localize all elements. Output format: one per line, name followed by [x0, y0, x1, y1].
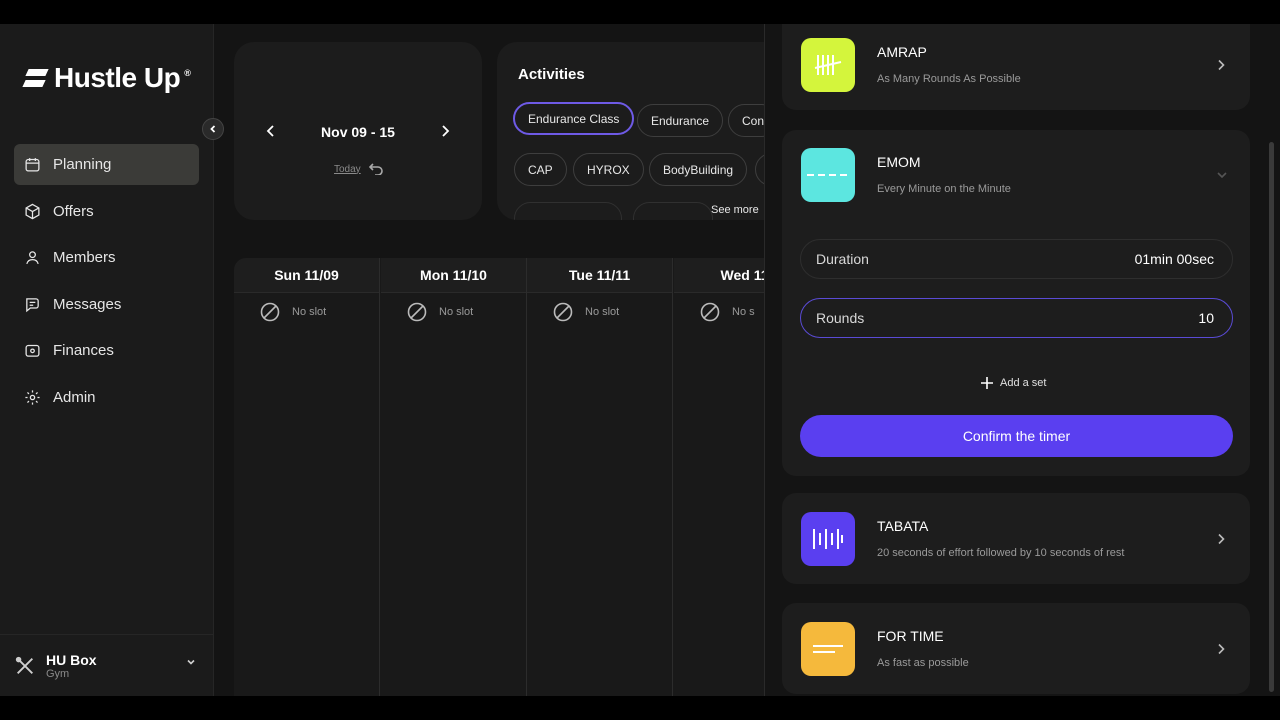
- no-entry-icon: [553, 302, 573, 322]
- empty-slot-label: No slot: [439, 306, 474, 318]
- empty-slot-label: No slot: [292, 306, 327, 318]
- duration-value: 01min 00sec: [1134, 251, 1214, 267]
- account-name: HU Box: [46, 651, 97, 668]
- tools-icon: [15, 656, 33, 674]
- timer-description: 20 seconds of effort followed by 10 seco…: [877, 547, 1125, 559]
- day-column[interactable]: Tue 11/11 No slot: [527, 258, 673, 696]
- empty-slot: No slot: [527, 302, 672, 322]
- empty-slot-label: No s: [732, 306, 755, 318]
- chevron-right-icon: [1218, 59, 1225, 71]
- sidebar-item-label: Members: [53, 249, 116, 266]
- logo[interactable]: Hustle Up ®: [22, 62, 191, 94]
- add-set-label: Add a set: [1000, 377, 1047, 389]
- activity-chip[interactable]: Endurance Class: [513, 102, 635, 135]
- sidebar-item-label: Offers: [53, 202, 94, 220]
- tally-icon: [801, 38, 855, 92]
- gear-icon: [25, 389, 40, 405]
- dashed-line-icon: [801, 148, 855, 202]
- sidebar-item-label: Messages: [53, 295, 122, 313]
- day-header: Mon 11/10: [381, 258, 526, 293]
- rounds-label: Rounds: [816, 310, 865, 326]
- timer-name: EMOM: [877, 154, 921, 170]
- see-more-link[interactable]: See more: [711, 204, 759, 216]
- activities-panel: Activities Endurance Class Endurance Con…: [497, 42, 797, 220]
- calendar-icon: [25, 158, 40, 172]
- confirm-timer-button[interactable]: Confirm the timer: [800, 415, 1233, 457]
- duration-field[interactable]: Duration 01min 00sec: [800, 239, 1233, 279]
- activities-title: Activities: [518, 66, 585, 83]
- day-column[interactable]: Sun 11/09 No slot: [234, 258, 380, 696]
- registered-mark: ®: [184, 68, 191, 78]
- rounds-input[interactable]: Rounds 10: [800, 298, 1233, 338]
- sidebar-nav: Planning Offers Members Messages Finance…: [14, 144, 199, 423]
- timer-description: As fast as possible: [877, 657, 969, 669]
- day-header: Tue 11/11: [527, 258, 672, 293]
- activity-chip[interactable]: Endurance: [637, 104, 724, 137]
- timer-name: FOR TIME: [877, 628, 944, 644]
- empty-slot: No slot: [381, 302, 526, 322]
- timer-option-for-time[interactable]: FOR TIME As fast as possible: [782, 603, 1250, 694]
- timer-description: Every Minute on the Minute: [877, 183, 1011, 195]
- timer-description: As Many Rounds As Possible: [877, 73, 1021, 85]
- no-entry-icon: [260, 302, 280, 322]
- box-icon: [25, 203, 40, 219]
- wallet-icon: [25, 344, 40, 357]
- user-icon: [26, 251, 39, 265]
- account-switcher[interactable]: HU Box Gym: [0, 634, 214, 696]
- chevron-down-icon: [187, 659, 195, 665]
- activity-chip[interactable]: BodyBuilding: [649, 153, 748, 186]
- day-header: Sun 11/09: [234, 258, 379, 293]
- chevron-right-icon: [1218, 643, 1225, 655]
- plus-icon: [981, 377, 993, 389]
- chevron-left-icon: [210, 125, 216, 133]
- activity-chip[interactable]: CAP: [514, 153, 567, 186]
- activity-chip[interactable]: [633, 202, 713, 220]
- progress-lines-icon: [801, 622, 855, 676]
- sidebar: Hustle Up ® Planning Offers Members Mess…: [0, 24, 214, 696]
- logo-text: Hustle Up: [54, 62, 181, 93]
- sidebar-item-label: Admin: [53, 388, 96, 406]
- sidebar-item-admin[interactable]: Admin: [14, 377, 199, 418]
- timer-name: AMRAP: [877, 44, 927, 60]
- no-entry-icon: [700, 302, 720, 322]
- logo-mark-icon: [22, 67, 49, 89]
- chevron-right-icon: [1218, 533, 1225, 545]
- account-info: HU Box Gym: [46, 652, 97, 680]
- no-entry-icon: [407, 302, 427, 322]
- activity-chip[interactable]: [514, 202, 622, 220]
- sidebar-item-label: Planning: [53, 156, 112, 173]
- timer-option-tabata[interactable]: TABATA 20 seconds of effort followed by …: [782, 493, 1250, 584]
- empty-slot-label: No slot: [585, 306, 620, 318]
- sidebar-item-offers[interactable]: Offers: [14, 191, 199, 232]
- undo-icon: [368, 163, 383, 175]
- sidebar-item-planning[interactable]: Planning: [14, 144, 199, 185]
- bars-icon: [801, 512, 855, 566]
- sidebar-item-finances[interactable]: Finances: [14, 330, 199, 371]
- sidebar-item-messages[interactable]: Messages: [14, 284, 199, 325]
- today-label: Today: [334, 163, 361, 175]
- week-calendar: Sun 11/09 No slot Mon 11/10 No slot Tue …: [234, 258, 794, 696]
- panel-scrollbar[interactable]: [1269, 142, 1274, 692]
- rounds-value: 10: [1198, 310, 1214, 326]
- next-week-button[interactable]: [438, 124, 452, 138]
- activity-chip[interactable]: HYROX: [573, 153, 644, 186]
- week-selector: Nov 09 - 15 Today: [234, 42, 482, 220]
- chevron-down-icon: [1217, 172, 1227, 179]
- timer-option-amrap[interactable]: AMRAP As Many Rounds As Possible: [782, 24, 1250, 110]
- duration-label: Duration: [816, 251, 869, 267]
- sidebar-item-label: Finances: [53, 342, 114, 359]
- timer-name: TABATA: [877, 518, 929, 534]
- day-column[interactable]: Mon 11/10 No slot: [381, 258, 527, 696]
- collapse-sidebar-button[interactable]: [202, 118, 224, 140]
- empty-slot: No slot: [234, 302, 379, 322]
- add-set-button[interactable]: Add a set: [980, 376, 1046, 390]
- chat-icon: [26, 297, 39, 312]
- app-frame: Hustle Up ® Planning Offers Members Mess…: [0, 24, 1280, 696]
- account-type: Gym: [46, 667, 70, 680]
- sidebar-item-members[interactable]: Members: [14, 237, 199, 278]
- today-link[interactable]: Today: [334, 163, 383, 175]
